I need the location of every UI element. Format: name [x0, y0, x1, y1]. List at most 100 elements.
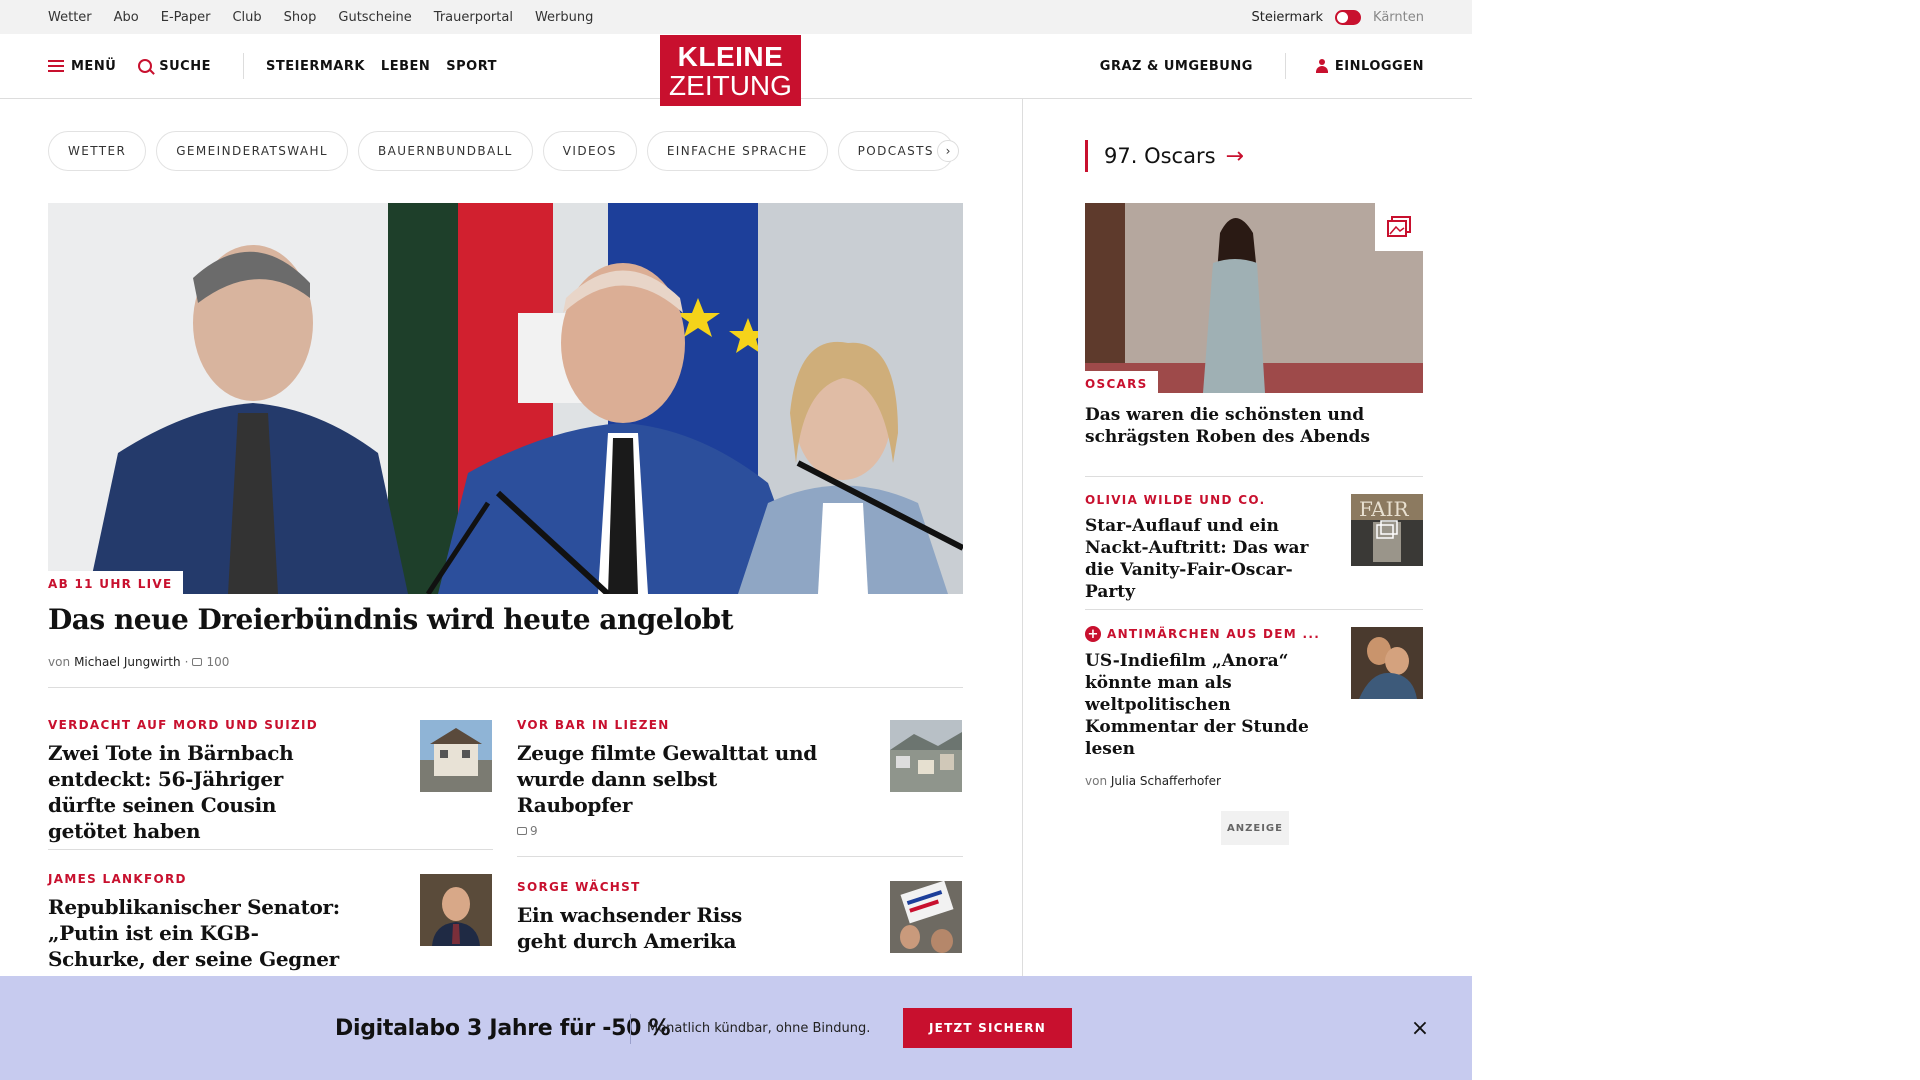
article-thumbnail[interactable]: [1351, 627, 1423, 699]
nav-leben[interactable]: LEBEN: [381, 59, 430, 74]
search-icon: [138, 59, 153, 73]
chip-videos[interactable]: VIDEOS: [542, 131, 637, 171]
kicker-row: + ANTIMÄRCHEN AUS DEM ...: [1085, 626, 1335, 642]
nav-divider-right: [1284, 53, 1286, 79]
article-card[interactable]: VOR BAR IN LIEZEN Zeuge filmte Gewalttat…: [517, 718, 827, 818]
topic-chips: WETTER GEMEINDERATSWAHL BAUERNBUNDBALL V…: [48, 131, 963, 171]
login-button[interactable]: EINLOGGEN: [1315, 59, 1424, 74]
utility-links: Wetter Abo E-Paper Club Shop Gutscheine …: [48, 0, 615, 34]
article-card[interactable]: VERDACHT AUF MORD UND SUIZID Zwei Tote i…: [48, 718, 348, 844]
logo-line2: ZEITUNG: [669, 69, 792, 101]
link-club[interactable]: Club: [232, 10, 261, 25]
article-headline[interactable]: Zwei Tote in Bärnbach entdeckt: 56-Jähri…: [48, 740, 348, 844]
article-kicker: SORGE WÄCHST: [517, 880, 641, 894]
comment-count[interactable]: 100: [206, 655, 229, 669]
link-epaper[interactable]: E-Paper: [161, 10, 211, 25]
article-thumbnail[interactable]: [420, 720, 492, 792]
article-comments[interactable]: 9: [517, 824, 538, 838]
author-link[interactable]: Michael Jungwirth: [74, 655, 181, 669]
promo-title: Digitalabo 3 Jahre für -50 %: [335, 1015, 671, 1041]
region-kaernten[interactable]: Kärnten: [1373, 10, 1424, 25]
article-thumbnail[interactable]: [890, 720, 962, 792]
sidebar-article[interactable]: + ANTIMÄRCHEN AUS DEM ... US-Indiefilm „…: [1085, 626, 1335, 788]
top-utility-bar: Wetter Abo E-Paper Club Shop Gutscheine …: [0, 0, 1472, 34]
nav-sport[interactable]: SPORT: [446, 59, 497, 74]
chip-bauernbundball[interactable]: BAUERNBUNDBALL: [357, 131, 533, 171]
promo-subtitle: Monatlich kündbar, ohne Bindung.: [647, 1020, 871, 1036]
article-headline[interactable]: Star-Auflauf und ein Nackt-Auftritt: Das…: [1085, 515, 1325, 603]
plus-icon: +: [1085, 626, 1101, 642]
divider: [1085, 609, 1423, 610]
chips-next-button[interactable]: ›: [937, 140, 959, 162]
column-divider: [1022, 99, 1023, 979]
empty-viewport-area: [1472, 0, 1920, 1080]
link-abo[interactable]: Abo: [114, 10, 139, 25]
arrow-right-icon: →: [1225, 143, 1244, 169]
link-werbung[interactable]: Werbung: [535, 10, 593, 25]
subscribe-button[interactable]: JETZT SICHERN: [903, 1008, 1072, 1048]
nav-right: GRAZ & UMGEBUNG EINLOGGEN: [1100, 34, 1424, 98]
nav-left: MENÜ SUCHE STEIERMARK LEBEN SPORT: [48, 34, 519, 98]
protest-photo: [890, 881, 962, 953]
anora-photo: [1351, 627, 1423, 699]
link-trauerportal[interactable]: Trauerportal: [434, 10, 513, 25]
menu-label: MENÜ: [71, 58, 117, 74]
red-carpet-photo: [1085, 203, 1423, 393]
section-title: 97. Oscars: [1104, 144, 1216, 168]
article-kicker: OLIVIA WILDE UND CO.: [1085, 493, 1266, 507]
lead-headline[interactable]: Das waren die schönsten und schrägsten R…: [1085, 404, 1405, 448]
hero-kicker: AB 11 UHR LIVE: [48, 571, 183, 595]
town-photo: [890, 720, 962, 792]
link-shop[interactable]: Shop: [284, 10, 317, 25]
close-icon[interactable]: ×: [1408, 1016, 1432, 1041]
link-gutscheine[interactable]: Gutscheine: [338, 10, 411, 25]
article-headline[interactable]: US-Indiefilm „Anora“ könnte man als welt…: [1085, 650, 1335, 760]
oscars-section-heading[interactable]: 97. Oscars →: [1085, 140, 1244, 172]
senator-photo: [420, 874, 492, 946]
user-icon: [1315, 59, 1328, 73]
byline-prefix: von: [48, 655, 71, 669]
kleine-zeitung-logo[interactable]: KLEINE ZEITUNG: [660, 35, 801, 106]
house-photo: [420, 720, 492, 792]
article-kicker: VOR BAR IN LIEZEN: [517, 718, 670, 732]
article-byline: von Julia Schafferhofer: [1085, 774, 1335, 788]
article-thumbnail[interactable]: [890, 881, 962, 953]
page: Wetter Abo E-Paper Club Shop Gutscheine …: [0, 0, 1472, 1080]
chip-wetter[interactable]: WETTER: [48, 131, 147, 171]
author-link[interactable]: Julia Schafferhofer: [1111, 774, 1221, 788]
sidebar-article[interactable]: OLIVIA WILDE UND CO. Star-Auflauf und ei…: [1085, 493, 1325, 603]
divider: [1085, 476, 1423, 477]
chip-einfache-sprache[interactable]: EINFACHE SPRACHE: [646, 131, 828, 171]
hero-image[interactable]: [48, 203, 963, 594]
article-kicker: VERDACHT AUF MORD UND SUIZID: [48, 718, 319, 732]
divider: [48, 849, 493, 850]
promo-divider: [630, 1014, 631, 1044]
article-headline[interactable]: Ein wachsender Riss geht durch Amerika: [517, 902, 767, 954]
gallery-icon: [1371, 514, 1403, 546]
nav-graz-umgebung[interactable]: GRAZ & UMGEBUNG: [1100, 59, 1253, 74]
region-switch: Steiermark Kärnten: [1251, 0, 1424, 34]
region-toggle[interactable]: [1335, 9, 1362, 25]
divider: [517, 856, 963, 857]
hero-headline[interactable]: Das neue Dreierbündnis wird heute angelo…: [48, 603, 734, 636]
nav-steiermark[interactable]: STEIERMARK: [266, 59, 365, 74]
article-thumbnail[interactable]: [420, 874, 492, 946]
article-headline[interactable]: Zeuge filmte Gewalttat und wurde dann se…: [517, 740, 827, 818]
main-navigation: MENÜ SUCHE STEIERMARK LEBEN SPORT KLEINE…: [0, 34, 1472, 106]
link-wetter[interactable]: Wetter: [48, 10, 92, 25]
ad-label: ANZEIGE: [1221, 811, 1289, 845]
menu-button[interactable]: MENÜ: [48, 59, 116, 74]
comment-icon: [192, 658, 203, 666]
article-kicker: ANTIMÄRCHEN AUS DEM ...: [1107, 627, 1321, 641]
article-thumbnail[interactable]: FAIR: [1351, 494, 1423, 566]
gallery-icon: [1375, 203, 1423, 251]
nav-divider: [243, 53, 244, 79]
logo-line1: KLEINE: [677, 40, 784, 72]
chip-gemeinderatswahl[interactable]: GEMEINDERATSWAHL: [156, 131, 348, 171]
article-card[interactable]: SORGE WÄCHST Ein wachsender Riss geht du…: [517, 880, 767, 954]
divider: [48, 687, 963, 688]
oscars-lead-image[interactable]: [1085, 203, 1423, 393]
byline-prefix: von: [1085, 774, 1108, 788]
search-button[interactable]: SUCHE: [138, 59, 211, 74]
region-steiermark[interactable]: Steiermark: [1251, 10, 1323, 25]
